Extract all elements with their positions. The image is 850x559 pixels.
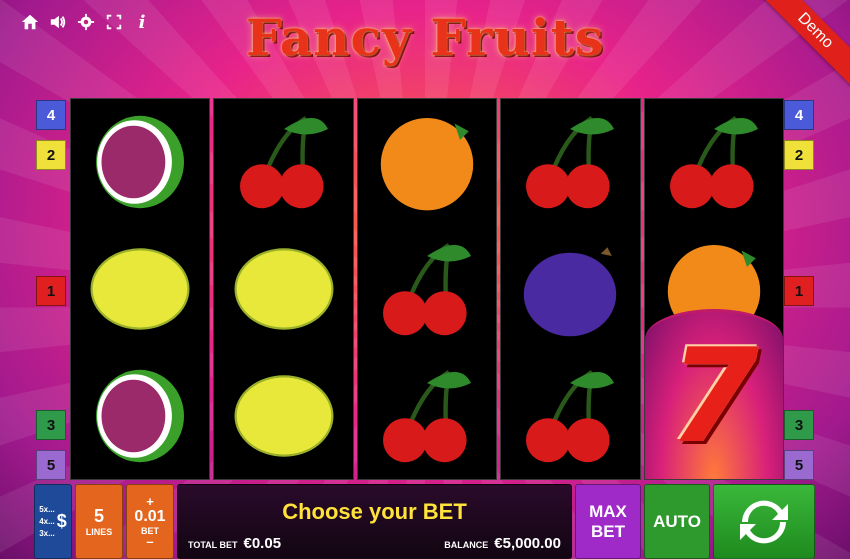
balance: BALANCE €5,000.00 [444, 535, 561, 552]
line-markers-right: 4 2 1 3 5 [784, 100, 816, 480]
reels: 7 [70, 98, 785, 480]
line-marker-2[interactable]: 2 [784, 140, 814, 170]
seven-symbol: 7 [644, 309, 784, 479]
game-title: Fancy Fruits [246, 8, 604, 67]
lemon-symbol [229, 234, 339, 344]
reel-1 [70, 98, 211, 480]
lemon-symbol [85, 234, 195, 344]
line-marker-5[interactable]: 5 [784, 450, 814, 480]
dollar-icon: $ [56, 511, 67, 531]
paytable-line: 5x... [39, 504, 55, 514]
lines-label: LINES [85, 527, 113, 537]
message-panel: Choose your BET TOTAL BET €0.05 BALANCE €5… [177, 484, 572, 559]
auto-button[interactable]: AUTO [644, 484, 710, 559]
total-bet-label: TOTAL BET [188, 540, 238, 550]
max-bet-line1: MAX [589, 501, 627, 521]
bet-minus-button[interactable]: – [146, 535, 153, 548]
paytable-line: 4x... [39, 516, 55, 526]
balance-value: €5,000.00 [494, 535, 561, 552]
paytable-line: 3x... [39, 528, 55, 538]
plum-symbol [515, 234, 625, 344]
max-bet-line2: BET [591, 521, 625, 541]
orange-symbol [372, 107, 482, 217]
spin-icon [740, 500, 788, 543]
status-message: Choose your BET [282, 499, 467, 524]
line-marker-1[interactable]: 1 [36, 276, 66, 306]
total-bet-value: €0.05 [243, 535, 282, 552]
watermelon-symbol [85, 361, 195, 471]
cherry-symbol [515, 361, 625, 471]
reel-2 [213, 98, 354, 480]
line-markers-left: 4 2 1 3 5 [36, 100, 68, 480]
line-marker-3[interactable]: 3 [36, 410, 66, 440]
watermelon-symbol [85, 107, 195, 217]
cherry-symbol [659, 107, 769, 217]
lines-button[interactable]: 5 LINES [75, 484, 123, 559]
line-marker-2[interactable]: 2 [36, 140, 66, 170]
paytable-button[interactable]: 5x... 4x... 3x... $ [34, 484, 72, 559]
control-bar: 5x... 4x... 3x... $ 5 LINES + 0.01 BET –… [34, 484, 818, 559]
seven-glyph: 7 [668, 319, 760, 472]
lemon-symbol [229, 361, 339, 471]
bet-plus-button[interactable]: + [146, 495, 154, 508]
cherry-symbol [229, 107, 339, 217]
line-marker-5[interactable]: 5 [36, 450, 66, 480]
lines-value: 5 [93, 506, 104, 526]
max-bet-button[interactable]: MAX BET [575, 484, 641, 559]
line-marker-4[interactable]: 4 [36, 100, 66, 130]
cherry-symbol [372, 234, 482, 344]
bet-value: 0.01 [134, 507, 166, 525]
balance-label: BALANCE [444, 540, 489, 550]
bet-control: + 0.01 BET – [126, 484, 174, 559]
cherry-symbol [515, 107, 625, 217]
cherry-symbol [372, 361, 482, 471]
line-marker-3[interactable]: 3 [784, 410, 814, 440]
reel-4 [500, 98, 641, 480]
reel-5: 7 [643, 98, 785, 480]
reel-3 [356, 98, 498, 480]
line-marker-4[interactable]: 4 [784, 100, 814, 130]
spin-button[interactable] [713, 484, 815, 559]
line-marker-1[interactable]: 1 [784, 276, 814, 306]
total-bet: TOTAL BET €0.05 [188, 535, 281, 552]
